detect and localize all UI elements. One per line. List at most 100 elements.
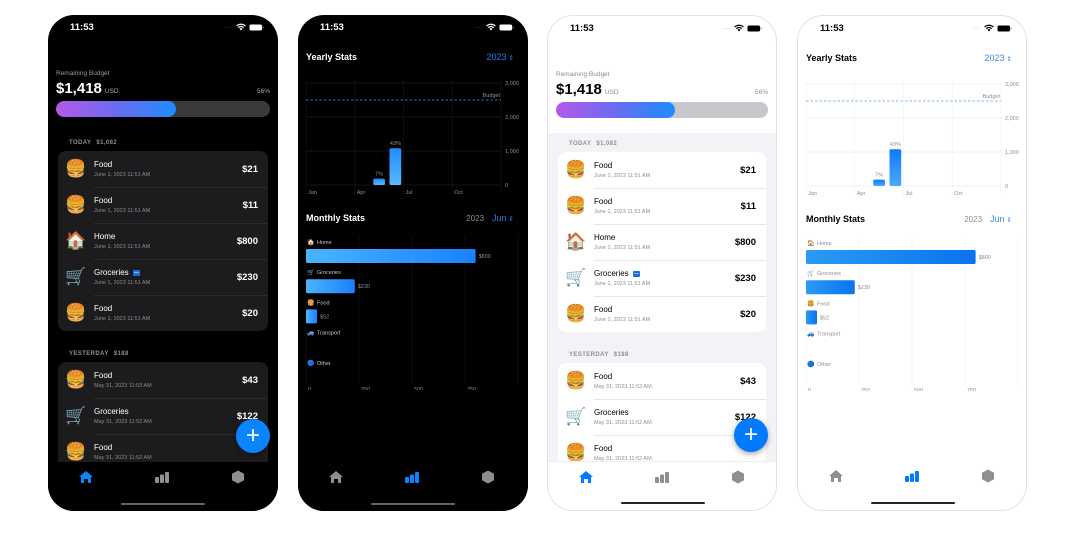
transaction-date: June 1, 2023 11:51 AM [594,209,651,215]
month-bar-groceries [306,279,355,294]
transaction-date: May 31, 2023 11:52 AM [94,419,152,425]
section-title: TODAY [569,141,592,147]
tab-home[interactable] [828,469,844,483]
transaction-date: May 31, 2023 11:52 AM [94,455,152,461]
house-icon [79,471,93,483]
status-bar: 11:53 .... [298,15,528,41]
transaction-amount: $800 [734,236,756,248]
add-transaction-button[interactable]: + [236,419,270,453]
transaction-row[interactable]: 🍔 Food May 31, 2023 11:53 AM $43 [58,362,268,398]
tab-settings[interactable] [480,470,496,484]
transaction-amount: $800 [236,235,258,247]
year-picker[interactable]: 2023 ⇕ [487,52,514,62]
signal-icon: .... [474,24,483,30]
year-bar-may [373,178,385,185]
transactions-list[interactable]: TODAY $1,082 🍔 Food June 1, 2023 11:51 AM $21… [48,132,278,462]
transaction-category: Food [594,161,740,170]
transaction-row[interactable]: 🛒 Groceries June 1, 2023 11:51 AM $230 [58,259,268,295]
x-tick-label: 250 [361,387,370,390]
category-icon: 🍔 [565,303,587,324]
transaction-category: Food [594,444,756,453]
category-icon: 🛒 [565,406,587,427]
transaction-row[interactable]: 🍔 Food June 1, 2023 11:51 AM $20 [558,296,766,332]
budget-summary: Remaining Budget $1,418 USD 56% [556,71,768,118]
status-bar: 11:53 .... [48,15,278,41]
section-total: $1,082 [596,141,618,147]
transaction-text: Groceries June 1, 2023 11:51 AM [594,269,735,287]
y-tick-label: 3,000 [1005,82,1019,88]
hexagon-icon [482,470,494,484]
transaction-text: Food June 1, 2023 11:51 AM [594,305,740,323]
transaction-row[interactable]: 🍔 Food May 31, 2023 11:53 AM $43 [558,363,766,399]
section-total: $188 [113,351,129,357]
transaction-row[interactable]: 🍔 Food June 1, 2023 11:51 AM $11 [58,187,268,223]
transaction-text: Food May 31, 2023 11:52 AM [94,443,258,461]
transaction-row[interactable]: 🍔 Food June 1, 2023 11:51 AM $20 [58,295,268,331]
transaction-group: 🍔 Food June 1, 2023 11:51 AM $21 🍔 Food June 1… [558,152,766,332]
transaction-row[interactable]: 🏠 Home June 1, 2023 11:51 AM $800 [558,224,766,260]
tab-home[interactable] [578,470,594,484]
tab-stats[interactable] [154,470,170,484]
tab-settings[interactable] [980,469,996,483]
transaction-amount: $21 [740,164,756,176]
transaction-text: Food May 31, 2023 11:53 AM [94,371,242,389]
status-time: 11:53 [320,22,344,33]
x-tick-label: Jul [906,191,913,196]
home-indicator [121,503,205,505]
x-tick-label: Oct [454,190,463,195]
phone-home-light: 11:53 .... Remaining Budget $1,418 USD 56… [547,15,777,511]
currency-label: USD [604,89,619,96]
category-icon: 🛒 [65,405,87,426]
transaction-text: Food June 1, 2023 11:51 AM [94,304,242,322]
tab-settings[interactable] [230,470,246,484]
signal-icon: .... [722,25,731,31]
transaction-amount: $21 [242,163,258,175]
y-tick-label: 3,000 [505,81,519,87]
tab-bar [298,462,528,511]
remaining-amount: $1,418 [56,80,102,97]
transaction-date: June 1, 2023 11:51 AM [94,244,151,250]
category-label: Home [594,233,616,242]
add-transaction-button[interactable]: + [734,418,768,452]
transaction-category: Food [94,160,242,169]
category-label: Home [817,241,832,247]
transaction-date: June 1, 2023 11:51 AM [594,173,651,179]
section-title: TODAY [69,140,92,146]
month-bar-food [806,310,818,325]
transaction-category: Food [594,197,741,206]
battery-icon [249,24,264,31]
transaction-text: Food June 1, 2023 11:51 AM [94,160,242,178]
tab-home[interactable] [78,470,94,484]
tab-stats[interactable] [404,470,420,484]
transaction-text: Groceries May 31, 2023 11:52 AM [594,408,735,426]
transaction-row[interactable]: 🍔 Food June 1, 2023 11:51 AM $21 [58,151,268,187]
x-tick-label: 500 [414,387,423,390]
transaction-date: May 31, 2023 11:53 AM [594,384,652,390]
category-label: Groceries [317,270,341,276]
tab-settings[interactable] [730,470,746,484]
category-label: Food [594,444,613,453]
category-icon: 🍔 [565,442,587,461]
bar-chart-icon [905,471,919,482]
tab-home[interactable] [328,470,344,484]
transaction-row[interactable]: 🛒 Groceries June 1, 2023 11:51 AM $230 [558,260,766,296]
house-icon [579,471,593,483]
category-icon: 🛒 [65,266,87,287]
year-picker[interactable]: 2023 ⇕ [985,53,1012,63]
transactions-list[interactable]: TODAY $1,082 🍔 Food June 1, 2023 11:51 AM $21… [548,133,776,461]
transaction-row[interactable]: 🍔 Food June 1, 2023 11:51 AM $21 [558,152,766,188]
transaction-text: Groceries June 1, 2023 11:51 AM [94,268,237,286]
tab-stats[interactable] [654,470,670,484]
transaction-row[interactable]: 🍔 Food June 1, 2023 11:51 AM $11 [558,188,766,224]
category-icon: 🏠 [565,231,587,252]
category-label: Food [817,301,830,307]
tab-stats[interactable] [904,469,920,483]
category-icon: 🚙 [307,330,315,337]
transaction-amount: $20 [740,308,756,320]
category-label: Home [94,232,116,241]
transaction-category: Groceries [594,408,735,417]
category-label: Transport [817,332,841,338]
transaction-row[interactable]: 🏠 Home June 1, 2023 11:51 AM $800 [58,223,268,259]
category-label: Transport [317,331,341,337]
month-bar-label: $52 [320,314,329,320]
